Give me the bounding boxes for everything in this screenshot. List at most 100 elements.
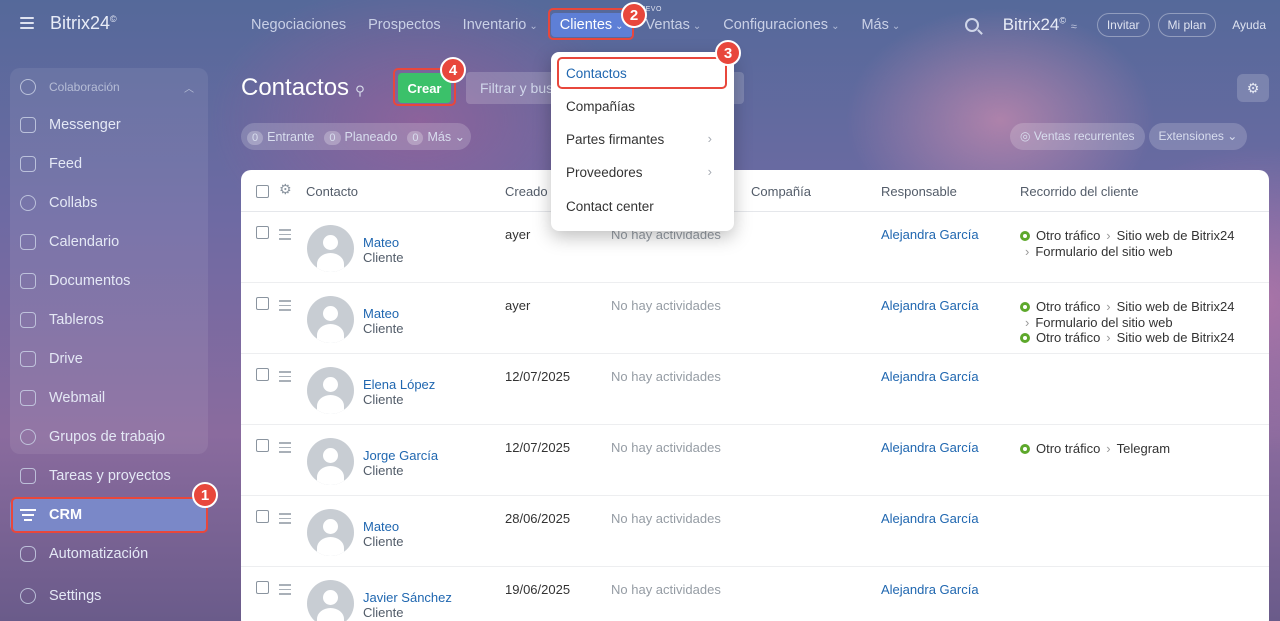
counter-planeado[interactable]: 0 Planeado — [324, 130, 397, 145]
my-plan-button[interactable]: Mi plan — [1157, 13, 1217, 37]
responsible[interactable]: Alejandra García — [881, 582, 979, 597]
sidebar-item-drive[interactable]: Drive — [10, 341, 208, 377]
nav-negociaciones[interactable]: Negociaciones — [240, 17, 357, 33]
messenger-icon — [20, 117, 36, 133]
column-settings-icon[interactable]: ⚙ — [279, 181, 292, 198]
responsible[interactable]: Alejandra García — [881, 440, 979, 455]
drag-handle-icon[interactable] — [279, 300, 291, 314]
activity[interactable]: No hay actividades — [611, 582, 721, 597]
chevron-down-icon: ⌄ — [891, 21, 901, 32]
sidebar-item-tareas[interactable]: Tareas y proyectos — [10, 458, 208, 494]
created-date: 28/06/2025 — [505, 511, 571, 526]
responsible[interactable]: Alejandra García — [881, 298, 979, 313]
col-journey[interactable]: Recorrido del cliente — [1020, 184, 1139, 199]
plan-brand[interactable]: Bitrix24© ≈ — [1003, 15, 1077, 35]
board-icon — [20, 312, 36, 328]
table-row[interactable]: Elena López Cliente 12/07/2025 No hay ac… — [241, 354, 1269, 425]
sidebar-item-label: Automatización — [49, 546, 149, 562]
collaboration-icon — [20, 79, 36, 95]
journey: Otro tráfico › Sitio web de Bitrix24 › Form… — [1020, 299, 1234, 346]
help-link[interactable]: Ayuda — [1224, 18, 1274, 32]
search-icon[interactable] — [964, 18, 979, 32]
channel-icon — [1020, 302, 1030, 312]
pin-icon[interactable]: ⚲ — [355, 83, 365, 98]
nav-configuraciones[interactable]: Configuraciones ⌄ — [712, 17, 850, 33]
activity[interactable]: No hay actividades — [611, 511, 721, 526]
contact-type: Cliente — [363, 463, 404, 478]
invite-button[interactable]: Invitar — [1096, 13, 1150, 37]
sidebar-item-tableros[interactable]: Tableros — [10, 302, 208, 338]
sidebar-item-grupos[interactable]: Grupos de trabajo — [10, 419, 208, 455]
brand-logo[interactable]: Bitrix24© — [50, 13, 117, 34]
row-checkbox[interactable] — [256, 226, 269, 239]
activity[interactable]: No hay actividades — [611, 369, 721, 384]
table-row[interactable]: Jorge García Cliente 12/07/2025 No hay a… — [241, 425, 1269, 496]
row-checkbox[interactable] — [256, 297, 269, 310]
sidebar-item-calendario[interactable]: Calendario — [10, 224, 208, 260]
sidebar-item-automatizacion[interactable]: Automatización — [10, 536, 208, 572]
sidebar-item-settings[interactable]: Settings — [10, 578, 208, 614]
table-row[interactable]: Javier Sánchez Cliente 19/06/2025 No hay… — [241, 567, 1269, 621]
contact-type: Cliente — [363, 250, 404, 265]
nav-mas[interactable]: Más ⌄ — [850, 17, 911, 33]
col-contact[interactable]: Contacto — [306, 184, 358, 199]
sidebar-item-label: Calendario — [49, 234, 120, 250]
menu-item-companias[interactable]: Compañías — [566, 99, 635, 114]
counter-mas[interactable]: 0 Más ⌄ — [407, 129, 465, 145]
row-checkbox[interactable] — [256, 581, 269, 594]
contact-name[interactable]: Javier Sánchez — [363, 590, 452, 605]
extensions-button[interactable]: Extensiones ⌄ — [1148, 123, 1248, 150]
chevron-down-icon: ⌄ — [831, 21, 840, 32]
row-checkbox[interactable] — [256, 439, 269, 452]
table-row[interactable]: Mateo Cliente 28/06/2025 No hay activida… — [241, 496, 1269, 567]
sidebar-item-label: Messenger — [49, 117, 121, 133]
page-title: Contactos ⚲ — [241, 74, 365, 101]
responsible[interactable]: Alejandra García — [881, 227, 979, 242]
col-company[interactable]: Compañía — [751, 184, 811, 199]
contact-name[interactable]: Mateo — [363, 306, 399, 321]
sidebar-item-feed[interactable]: Feed — [10, 146, 208, 182]
table-row[interactable]: Mateo Cliente ayer No hay actividades Al… — [241, 212, 1269, 283]
table-row[interactable]: Mateo Cliente ayer No hay actividades Al… — [241, 283, 1269, 354]
col-created[interactable]: Creado — [505, 184, 548, 199]
channel-icon — [1020, 444, 1030, 454]
sidebar-item-messenger[interactable]: Messenger — [10, 107, 208, 143]
settings-gear-icon[interactable]: ⚙ — [1237, 74, 1269, 102]
contact-name[interactable]: Mateo — [363, 235, 399, 250]
sidebar-item-webmail[interactable]: Webmail — [10, 380, 208, 416]
menu-icon[interactable] — [20, 17, 34, 29]
drag-handle-icon[interactable] — [279, 584, 291, 598]
step-badge-1: 1 — [192, 482, 218, 508]
contact-name[interactable]: Elena López — [363, 377, 435, 392]
menu-item-contact-center[interactable]: Contact center — [566, 199, 654, 214]
swap-icon: ≈ — [1070, 21, 1077, 33]
drag-handle-icon[interactable] — [279, 371, 291, 385]
activity[interactable]: No hay actividades — [611, 298, 721, 313]
contact-name[interactable]: Jorge García — [363, 448, 438, 463]
sidebar-item-documentos[interactable]: Documentos — [10, 263, 208, 299]
counter-entrante[interactable]: 0 Entrante — [247, 130, 314, 145]
nav-prospectos[interactable]: Prospectos — [357, 17, 452, 33]
select-all-checkbox[interactable] — [256, 185, 269, 198]
contact-name[interactable]: Mateo — [363, 519, 399, 534]
chevron-down-icon: ⌄ — [692, 21, 702, 32]
activity[interactable]: No hay actividades — [611, 440, 721, 455]
recurring-sales-button[interactable]: ◎ Ventas recurrentes — [1010, 123, 1145, 150]
sidebar-group-header[interactable]: Colaboración ︿ — [10, 69, 208, 105]
gear-icon — [20, 588, 36, 604]
responsible[interactable]: Alejandra García — [881, 369, 979, 384]
drag-handle-icon[interactable] — [279, 229, 291, 243]
sidebar-item-label: Grupos de trabajo — [49, 429, 166, 445]
sidebar-item-label: Collabs — [49, 195, 98, 211]
row-checkbox[interactable] — [256, 368, 269, 381]
menu-item-partes-firmantes[interactable]: Partes firmantes — [566, 132, 664, 147]
drag-handle-icon[interactable] — [279, 513, 291, 527]
chevron-right-icon: › — [707, 164, 712, 179]
drag-handle-icon[interactable] — [279, 442, 291, 456]
col-responsible[interactable]: Responsable — [881, 184, 957, 199]
row-checkbox[interactable] — [256, 510, 269, 523]
menu-item-proveedores[interactable]: Proveedores — [566, 165, 643, 180]
sidebar-item-collabs[interactable]: Collabs — [10, 185, 208, 221]
responsible[interactable]: Alejandra García — [881, 511, 979, 526]
nav-inventario[interactable]: Inventario ⌄ — [452, 17, 549, 33]
